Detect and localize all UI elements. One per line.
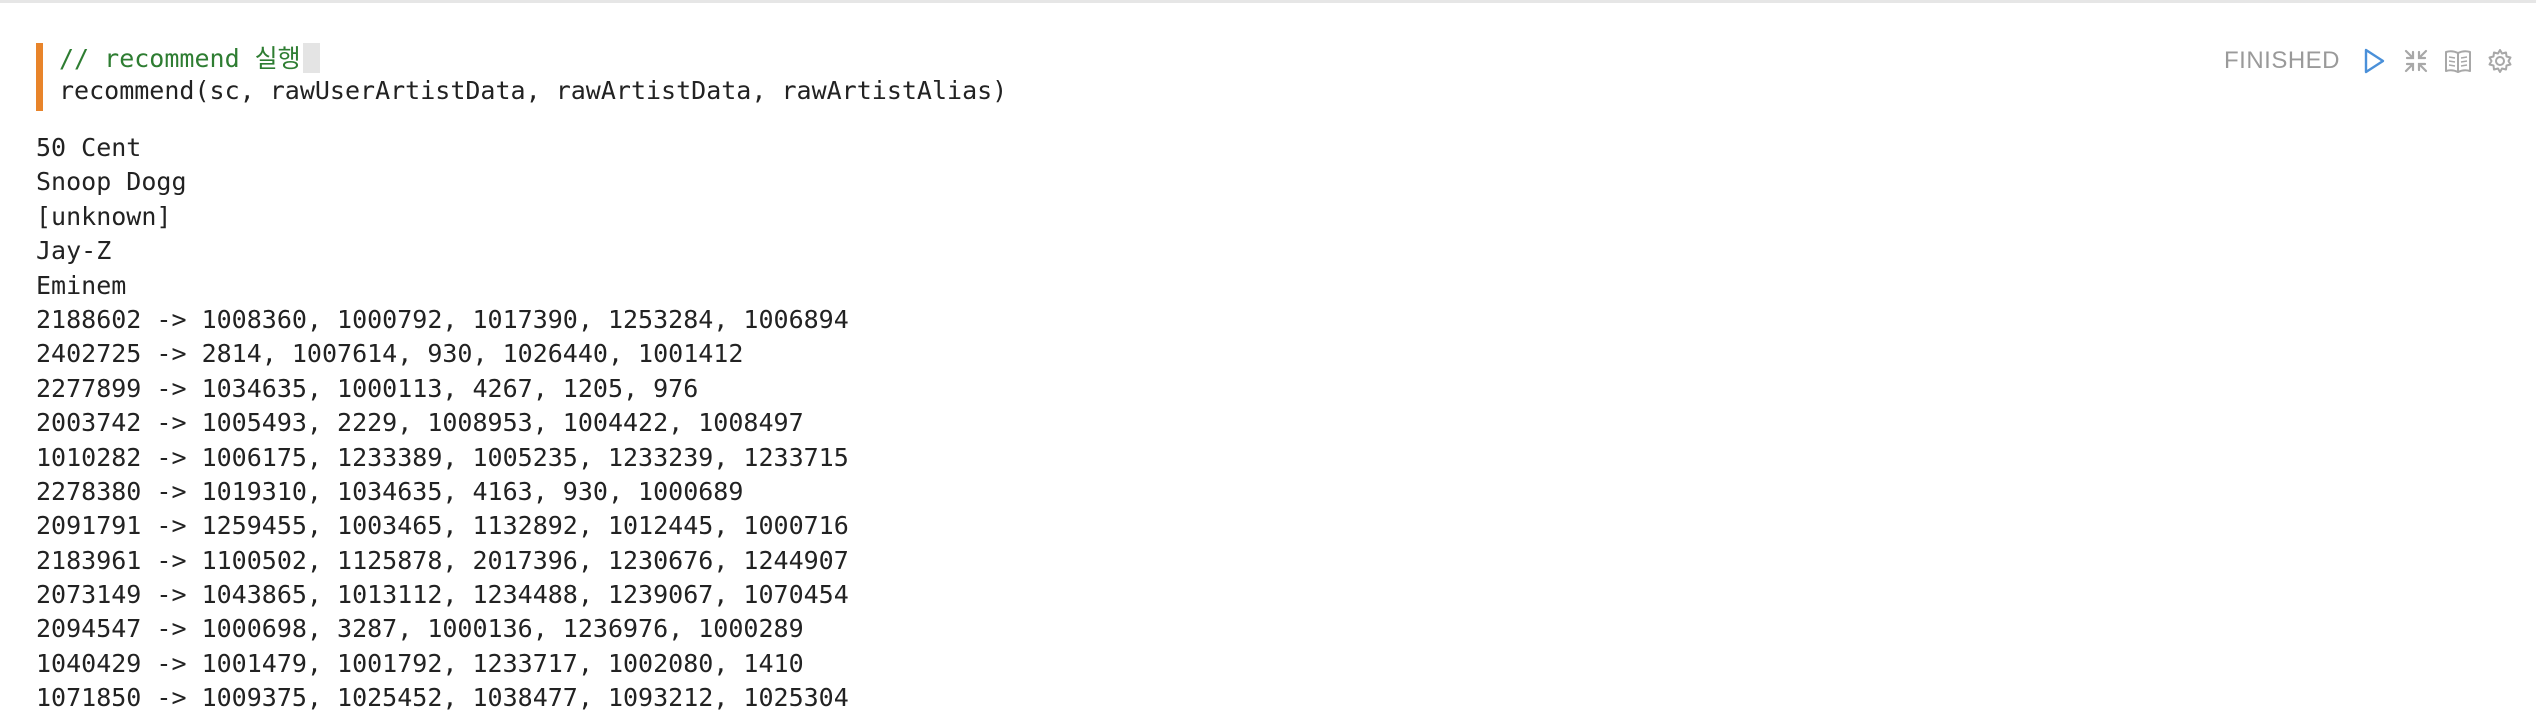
output-line: 1071850 -> 1009375, 1025452, 1038477, 10… bbox=[36, 683, 849, 713]
code-comment: // recommend 실행 bbox=[59, 44, 301, 73]
gear-icon[interactable] bbox=[2486, 47, 2514, 75]
code-line-call[interactable]: recommend(sc, rawUserArtistData, rawArti… bbox=[59, 75, 1636, 107]
output-line: 2073149 -> 1043865, 1013112, 1234488, 12… bbox=[36, 580, 849, 610]
status-label: FINISHED bbox=[2223, 47, 2340, 74]
code-line-comment[interactable]: // recommend 실행 bbox=[59, 43, 1636, 75]
output-line: Jay-Z bbox=[36, 236, 112, 266]
paragraph-output: 50 Cent Snoop Dogg [unknown] Jay-Z Eminem 218… bbox=[36, 131, 2486, 716]
output-line: 1010282 -> 1006175, 1233389, 1005235, 12… bbox=[36, 442, 849, 472]
paragraph-controls: FINISHED bbox=[2224, 43, 2514, 79]
book-icon[interactable] bbox=[2444, 47, 2472, 75]
output-line: 2094547 -> 1000698, 3287, 1000136, 12369… bbox=[36, 614, 804, 644]
output-line: 2183961 -> 1100502, 1125878, 2017396, 12… bbox=[36, 545, 849, 575]
output-line: 2402725 -> 2814, 1007614, 930, 1026440, … bbox=[36, 339, 744, 369]
output-line: 2003742 -> 1005493, 2229, 1008953, 10044… bbox=[36, 408, 804, 438]
output-line: 2277899 -> 1034635, 1000113, 4267, 1205,… bbox=[36, 373, 699, 403]
output-line: Eminem bbox=[36, 270, 127, 300]
output-line: [unknown] bbox=[36, 201, 172, 231]
output-line: 2278380 -> 1019310, 1034635, 4163, 930, … bbox=[36, 476, 744, 506]
output-line: 2091791 -> 1259455, 1003465, 1132892, 10… bbox=[36, 511, 849, 541]
notebook-paragraph: // recommend 실행 recommend(sc, rawUserArt… bbox=[0, 0, 2536, 718]
run-icon[interactable] bbox=[2360, 47, 2388, 75]
collapse-icon[interactable] bbox=[2402, 47, 2430, 75]
text-cursor bbox=[302, 43, 320, 73]
code-editor[interactable]: // recommend 실행 recommend(sc, rawUserArt… bbox=[36, 43, 1636, 111]
output-line: 2188602 -> 1008360, 1000792, 1017390, 12… bbox=[36, 304, 849, 334]
output-line: Snoop Dogg bbox=[36, 167, 187, 197]
output-line: 1040429 -> 1001479, 1001792, 1233717, 10… bbox=[36, 648, 804, 678]
output-line: 50 Cent bbox=[36, 133, 142, 162]
